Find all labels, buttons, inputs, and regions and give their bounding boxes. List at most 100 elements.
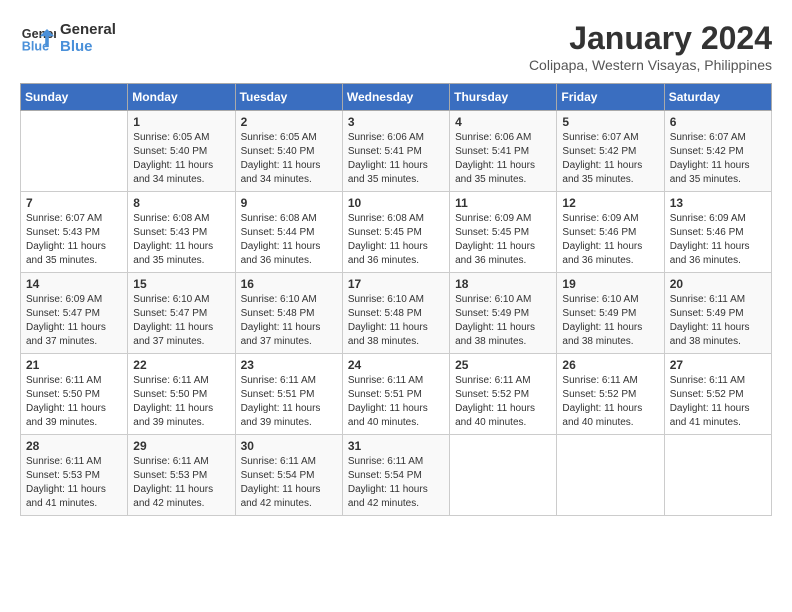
calendar-cell: 18Sunrise: 6:10 AM Sunset: 5:49 PM Dayli… bbox=[450, 273, 557, 354]
day-info: Sunrise: 6:11 AM Sunset: 5:52 PM Dayligh… bbox=[562, 374, 658, 430]
calendar-cell: 28 Sunrise: 6:11 AM Sunset: 5:53 PM Dayli… bbox=[21, 435, 128, 516]
calendar-cell: 27 Sunrise: 6:11 AM Sunset: 5:52 PM Dayli… bbox=[664, 354, 771, 435]
day-info: Sunrise: 6:11 AM Sunset: 5:54 PM Dayligh… bbox=[241, 455, 337, 511]
calendar-cell: 5Sunrise: 6:07 AM Sunset: 5:42 PM Daylig… bbox=[557, 111, 664, 192]
calendar-cell: 7 Sunrise: 6:07 AM Sunset: 5:43 PM Daylig… bbox=[21, 192, 128, 273]
day-number: 5 bbox=[562, 115, 658, 129]
day-number: 9 bbox=[241, 196, 337, 210]
day-number: 30 bbox=[241, 439, 337, 453]
calendar-cell: 22 Sunrise: 6:11 AM Sunset: 5:50 PM Dayli… bbox=[128, 354, 235, 435]
calendar-cell: 13Sunrise: 6:09 AM Sunset: 5:46 PM Dayli… bbox=[664, 192, 771, 273]
location-title: Colipapa, Western Visayas, Philippines bbox=[529, 57, 772, 73]
day-info: Sunrise: 6:09 AM Sunset: 5:45 PM Dayligh… bbox=[455, 212, 551, 268]
calendar-week-row: 28 Sunrise: 6:11 AM Sunset: 5:53 PM Dayli… bbox=[21, 435, 772, 516]
day-number: 21 bbox=[26, 358, 122, 372]
day-info: Sunrise: 6:11 AM Sunset: 5:51 PM Dayligh… bbox=[241, 374, 337, 430]
calendar-week-row: 21 Sunrise: 6:11 AM Sunset: 5:50 PM Dayli… bbox=[21, 354, 772, 435]
day-info: Sunrise: 6:10 AM Sunset: 5:48 PM Dayligh… bbox=[241, 293, 337, 349]
calendar-cell bbox=[557, 435, 664, 516]
day-info: Sunrise: 6:11 AM Sunset: 5:52 PM Dayligh… bbox=[455, 374, 551, 430]
day-info: Sunrise: 6:06 AM Sunset: 5:41 PM Dayligh… bbox=[348, 131, 444, 187]
day-info: Sunrise: 6:07 AM Sunset: 5:43 PM Dayligh… bbox=[26, 212, 122, 268]
day-number: 24 bbox=[348, 358, 444, 372]
calendar-cell: 10Sunrise: 6:08 AM Sunset: 5:45 PM Dayli… bbox=[342, 192, 449, 273]
day-number: 26 bbox=[562, 358, 658, 372]
day-number: 1 bbox=[133, 115, 229, 129]
day-number: 3 bbox=[348, 115, 444, 129]
calendar-cell: 21Sunrise: 6:11 AM Sunset: 5:50 PM Dayli… bbox=[21, 354, 128, 435]
day-info: Sunrise: 6:11 AM Sunset: 5:53 PM Dayligh… bbox=[133, 455, 229, 511]
day-number: 13 bbox=[670, 196, 766, 210]
calendar-cell: 26 Sunrise: 6:11 AM Sunset: 5:52 PM Dayli… bbox=[557, 354, 664, 435]
calendar-cell: 24Sunrise: 6:11 AM Sunset: 5:51 PM Dayli… bbox=[342, 354, 449, 435]
title-block: January 2024 Colipapa, Western Visayas, … bbox=[529, 20, 772, 73]
calendar-cell: 25Sunrise: 6:11 AM Sunset: 5:52 PM Dayli… bbox=[450, 354, 557, 435]
day-info: Sunrise: 6:08 AM Sunset: 5:45 PM Dayligh… bbox=[348, 212, 444, 268]
day-number: 22 bbox=[133, 358, 229, 372]
day-info: Sunrise: 6:11 AM Sunset: 5:54 PM Dayligh… bbox=[348, 455, 444, 511]
calendar-cell: 20 Sunrise: 6:11 AM Sunset: 5:49 PM Dayli… bbox=[664, 273, 771, 354]
day-info: Sunrise: 6:05 AM Sunset: 5:40 PM Dayligh… bbox=[241, 131, 337, 187]
calendar-cell: 30 Sunrise: 6:11 AM Sunset: 5:54 PM Dayli… bbox=[235, 435, 342, 516]
day-info: Sunrise: 6:05 AM Sunset: 5:40 PM Dayligh… bbox=[133, 131, 229, 187]
day-info: Sunrise: 6:10 AM Sunset: 5:49 PM Dayligh… bbox=[562, 293, 658, 349]
calendar-cell: 9 Sunrise: 6:08 AM Sunset: 5:44 PM Daylig… bbox=[235, 192, 342, 273]
day-header-thursday: Thursday bbox=[450, 84, 557, 111]
day-number: 31 bbox=[348, 439, 444, 453]
day-header-friday: Friday bbox=[557, 84, 664, 111]
day-number: 7 bbox=[26, 196, 122, 210]
day-info: Sunrise: 6:11 AM Sunset: 5:53 PM Dayligh… bbox=[26, 455, 122, 511]
day-number: 8 bbox=[133, 196, 229, 210]
calendar-cell: 8 Sunrise: 6:08 AM Sunset: 5:43 PM Daylig… bbox=[128, 192, 235, 273]
day-number: 2 bbox=[241, 115, 337, 129]
day-info: Sunrise: 6:09 AM Sunset: 5:46 PM Dayligh… bbox=[562, 212, 658, 268]
calendar-cell: 23 Sunrise: 6:11 AM Sunset: 5:51 PM Dayli… bbox=[235, 354, 342, 435]
day-number: 12 bbox=[562, 196, 658, 210]
day-info: Sunrise: 6:08 AM Sunset: 5:43 PM Dayligh… bbox=[133, 212, 229, 268]
day-info: Sunrise: 6:11 AM Sunset: 5:52 PM Dayligh… bbox=[670, 374, 766, 430]
day-info: Sunrise: 6:10 AM Sunset: 5:48 PM Dayligh… bbox=[348, 293, 444, 349]
day-info: Sunrise: 6:08 AM Sunset: 5:44 PM Dayligh… bbox=[241, 212, 337, 268]
calendar-cell: 19Sunrise: 6:10 AM Sunset: 5:49 PM Dayli… bbox=[557, 273, 664, 354]
svg-text:Blue: Blue bbox=[22, 40, 49, 54]
day-number: 17 bbox=[348, 277, 444, 291]
day-number: 23 bbox=[241, 358, 337, 372]
day-info: Sunrise: 6:06 AM Sunset: 5:41 PM Dayligh… bbox=[455, 131, 551, 187]
day-header-monday: Monday bbox=[128, 84, 235, 111]
day-header-sunday: Sunday bbox=[21, 84, 128, 111]
calendar-cell: 12 Sunrise: 6:09 AM Sunset: 5:46 PM Dayli… bbox=[557, 192, 664, 273]
calendar-cell: 29 Sunrise: 6:11 AM Sunset: 5:53 PM Dayli… bbox=[128, 435, 235, 516]
day-number: 28 bbox=[26, 439, 122, 453]
day-number: 20 bbox=[670, 277, 766, 291]
calendar-cell: 4 Sunrise: 6:06 AM Sunset: 5:41 PM Daylig… bbox=[450, 111, 557, 192]
day-number: 11 bbox=[455, 196, 551, 210]
day-number: 16 bbox=[241, 277, 337, 291]
day-info: Sunrise: 6:07 AM Sunset: 5:42 PM Dayligh… bbox=[670, 131, 766, 187]
day-header-wednesday: Wednesday bbox=[342, 84, 449, 111]
calendar-cell bbox=[21, 111, 128, 192]
logo: General Blue General Blue bbox=[20, 20, 116, 56]
day-info: Sunrise: 6:11 AM Sunset: 5:50 PM Dayligh… bbox=[133, 374, 229, 430]
day-number: 29 bbox=[133, 439, 229, 453]
calendar-cell bbox=[664, 435, 771, 516]
calendar-cell: 14Sunrise: 6:09 AM Sunset: 5:47 PM Dayli… bbox=[21, 273, 128, 354]
day-number: 14 bbox=[26, 277, 122, 291]
logo-icon: General Blue bbox=[20, 20, 56, 56]
calendar-table: SundayMondayTuesdayWednesdayThursdayFrid… bbox=[20, 83, 772, 516]
day-number: 18 bbox=[455, 277, 551, 291]
calendar-week-row: 1 Sunrise: 6:05 AM Sunset: 5:40 PM Daylig… bbox=[21, 111, 772, 192]
calendar-cell: 2 Sunrise: 6:05 AM Sunset: 5:40 PM Daylig… bbox=[235, 111, 342, 192]
logo-line2: Blue bbox=[60, 38, 116, 55]
calendar-cell: 11 Sunrise: 6:09 AM Sunset: 5:45 PM Dayli… bbox=[450, 192, 557, 273]
day-info: Sunrise: 6:10 AM Sunset: 5:47 PM Dayligh… bbox=[133, 293, 229, 349]
page-header: General Blue General Blue January 2024 C… bbox=[20, 20, 772, 73]
day-number: 27 bbox=[670, 358, 766, 372]
day-number: 15 bbox=[133, 277, 229, 291]
day-header-tuesday: Tuesday bbox=[235, 84, 342, 111]
day-number: 4 bbox=[455, 115, 551, 129]
calendar-cell: 1 Sunrise: 6:05 AM Sunset: 5:40 PM Daylig… bbox=[128, 111, 235, 192]
calendar-cell: 15 Sunrise: 6:10 AM Sunset: 5:47 PM Dayli… bbox=[128, 273, 235, 354]
day-header-saturday: Saturday bbox=[664, 84, 771, 111]
day-info: Sunrise: 6:11 AM Sunset: 5:49 PM Dayligh… bbox=[670, 293, 766, 349]
calendar-cell bbox=[450, 435, 557, 516]
